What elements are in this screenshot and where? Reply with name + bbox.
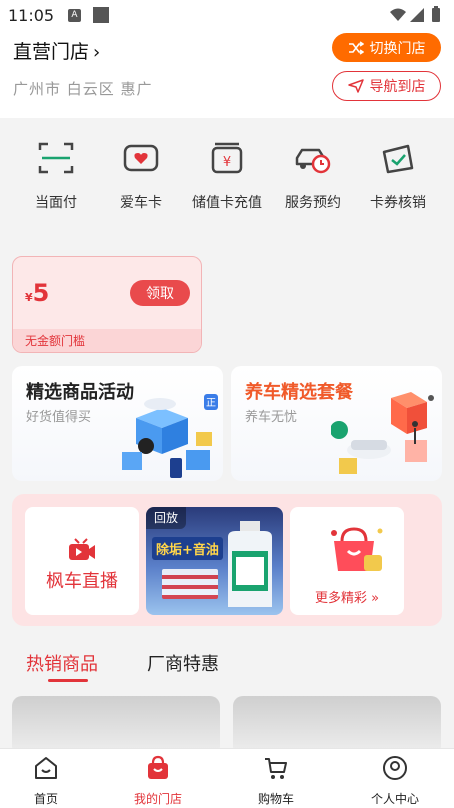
quick-action-coupon-verify[interactable]: 卡券核销 [355,138,441,212]
battery-icon [432,8,440,22]
tab-active-indicator [48,679,88,682]
accessibility-a-icon: A [68,9,81,22]
store-name: 直营门店 [13,41,90,63]
coupon-card: ¥5 领取 无金额门槛 [12,256,202,353]
navigate-to-store-button[interactable]: 导航到店 [332,71,441,101]
stored-value-icon: ¥ [211,142,243,174]
switch-store-label: 切换门店 [369,40,426,57]
cart-icon [265,758,287,779]
chevron-right-icon: › [93,42,101,63]
coupon-value: 5 [32,279,50,307]
promo-card-maintenance-package[interactable]: 养车精选套餐 养车无忧 [231,366,442,481]
svg-text:¥: ¥ [223,155,231,170]
quick-action-label: 爱车卡 [120,195,162,211]
status-time: 11:05 [8,6,55,25]
coupon-condition: 无金额门槛 [13,329,201,352]
product-tabs: 热销商品 厂商特惠 [0,645,454,689]
status-bar: 11:05 A [0,0,454,30]
nav-profile[interactable]: 个人中心 [355,755,435,807]
more-label-text: 更多精彩 [314,591,367,606]
navigation-arrow-icon [347,79,364,93]
shopping-bag-icon [331,527,383,571]
tab-hot-products[interactable]: 热销商品 [26,650,98,676]
claim-coupon-button[interactable]: 领取 [130,280,190,306]
store-header: 直营门店 › 切换门店 广州市 白云区 惠广 导航到店 [0,30,454,118]
video-camera-icon [69,538,95,560]
store-bag-icon [148,755,168,779]
nav-label: 我的门店 [133,792,182,806]
profile-icon [383,756,407,780]
quick-action-label: 储值卡充值 [192,195,262,211]
nav-label: 首页 [33,792,58,806]
car-card-icon [123,144,159,172]
quick-action-service-booking[interactable]: 服务预约 [270,138,356,212]
nav-my-store[interactable]: 我的门店 [118,755,198,807]
more-content-card[interactable]: 更多精彩 » [290,507,404,615]
nav-home[interactable]: 首页 [6,755,86,807]
system-status-icons [390,6,440,22]
quick-action-label: 服务预约 [285,195,341,211]
notification-square-icon [93,7,109,23]
svg-text:正: 正 [206,398,216,409]
more-content-label: 更多精彩 » [290,587,404,606]
replay-banner: 除垢+音油 [152,537,223,560]
replay-price-strip [162,569,218,599]
shuffle-icon [348,40,364,55]
promo-subtitle: 好货值得买 [26,410,92,425]
tab-manufacturer-deals[interactable]: 厂商特惠 [147,650,219,676]
maintenance-illustration-icon [331,392,434,474]
live-stream-label: 枫车直播 [46,571,118,592]
scan-icon [38,142,74,174]
goods-illustration-icon: 正 [122,394,218,478]
replay-tag: 回放 [146,507,187,529]
nav-label: 购物车 [257,792,294,806]
nav-label: 个人中心 [370,792,419,806]
coupon-verify-icon [382,144,414,174]
product-card[interactable] [12,696,220,756]
home-icon [35,757,57,779]
signal-icon [410,8,424,22]
service-booking-icon [295,148,331,174]
live-stream-card[interactable]: 枫车直播 [25,507,139,615]
quick-action-stored-value[interactable]: ¥ 储值卡充值 [184,138,270,212]
quick-actions: 当面付 爱车卡 ¥ 储值卡充值 服务预约 卡券核销 [0,130,454,220]
product-bottle-icon [228,521,272,607]
quick-action-face-pay[interactable]: 当面付 [13,138,99,212]
wifi-icon [390,8,406,21]
product-card[interactable] [233,696,441,756]
coupon-amount: ¥5 [25,279,49,307]
replay-video-card[interactable]: 回放 除垢+音油 [146,507,283,615]
bottom-navigation: 首页 我的门店 购物车 个人中心 [0,748,454,808]
store-address: 广州市 白云区 惠广 [13,80,153,98]
nav-cart[interactable]: 购物车 [236,755,316,807]
store-name-link[interactable]: 直营门店 › [13,37,100,64]
quick-action-label: 当面付 [35,195,77,211]
promo-subtitle: 养车无忧 [245,410,298,425]
quick-action-car-card[interactable]: 爱车卡 [98,138,184,212]
navigate-label: 导航到店 [369,79,426,95]
double-chevron-right-icon: » [371,591,380,606]
coupon-currency: ¥ [25,291,33,304]
promo-card-selected-goods[interactable]: 精选商品活动 好货值得买 正 [12,366,223,481]
switch-store-button[interactable]: 切换门店 [332,33,441,62]
quick-action-label: 卡券核销 [370,195,426,211]
